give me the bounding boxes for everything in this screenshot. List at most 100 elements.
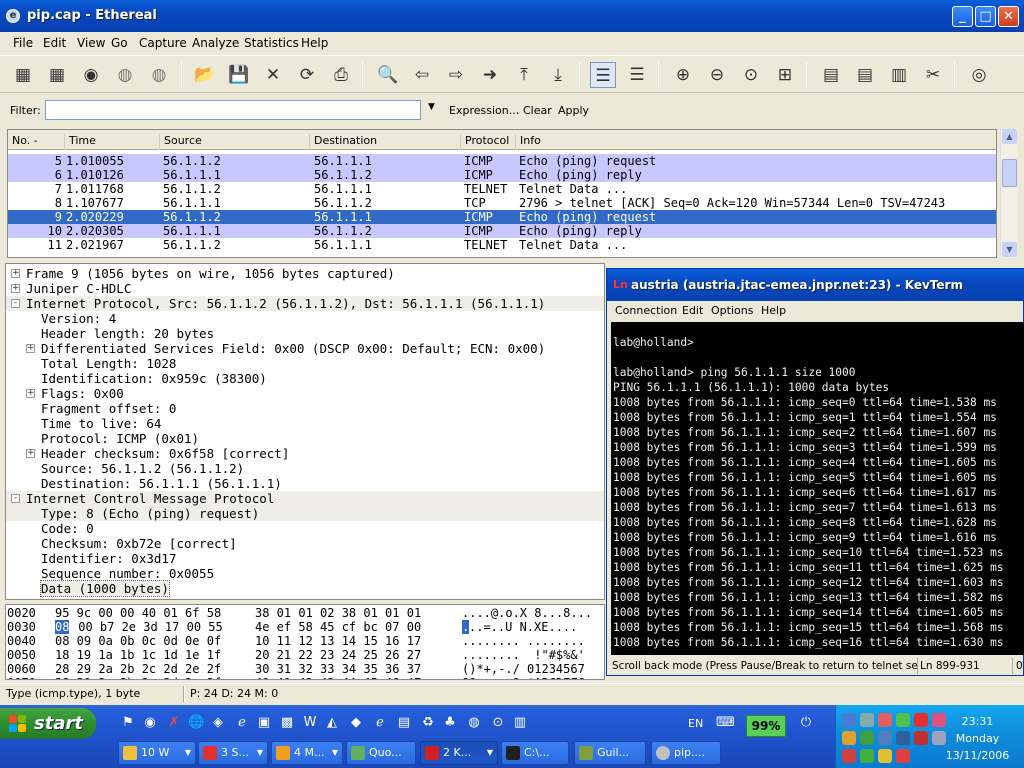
kevterm-menu-connection[interactable]: Connection [615, 304, 677, 317]
go-forward-icon[interactable]: ⇨ [443, 62, 469, 88]
quicklaunch-icon[interactable]: ◉ [142, 715, 158, 731]
clear-button[interactable]: Clear [523, 104, 552, 117]
tree-item[interactable]: Total Length: 1028 [6, 356, 604, 371]
tree-item[interactable]: - Internet Control Message Protocol [6, 491, 604, 506]
quicklaunch-globe-icon[interactable]: 🌐 [188, 715, 204, 731]
filter-dropdown-icon[interactable]: ▼ [428, 102, 435, 112]
packet-row[interactable]: 8 1.107677 56.1.1.1 56.1.1.2 TCP 2796 > telne… [8, 196, 996, 210]
tray-shield-icon[interactable] [896, 749, 910, 763]
quicklaunch-icon[interactable]: ♣ [442, 715, 458, 731]
tray-icon[interactable] [878, 731, 892, 745]
tray-icon[interactable] [914, 713, 928, 727]
hex-row[interactable]: 0030 08 00 b7 2e 3d 17 00 55 4e ef 58 45 c… [6, 620, 604, 634]
kevterm-titlebar[interactable]: Ln austria (austria.jtac-emea.jnpr.net:2… [607, 269, 1024, 301]
tree-item[interactable]: - Internet Protocol, Src: 56.1.1.2 (56.1.… [6, 296, 604, 311]
hex-row[interactable]: 0070 38 39 3a 3b 3c 3d 3e 3f 40 41 42 43 4… [6, 676, 604, 679]
menu-edit[interactable]: Edit [43, 36, 66, 50]
quicklaunch-icon[interactable]: ℯ [372, 715, 388, 731]
quicklaunch-icon[interactable]: ▥ [512, 715, 528, 731]
power-plug-icon[interactable]: ⏻ [798, 715, 814, 731]
filter-input[interactable] [45, 100, 421, 120]
tray-icon[interactable] [860, 749, 874, 763]
close-file-icon[interactable]: ✕ [260, 62, 286, 88]
tree-item[interactable]: Checksum: 0xb72e [correct] [6, 536, 604, 551]
tray-icon[interactable] [842, 731, 856, 745]
tree-item[interactable]: Protocol: ICMP (0x01) [6, 431, 604, 446]
task-button-quote[interactable]: Quo... [346, 741, 416, 765]
tray-check-icon[interactable] [896, 713, 910, 727]
quicklaunch-icon[interactable]: ▤ [396, 715, 412, 731]
task-button-kevterm[interactable]: 2 K... ▼ [420, 741, 498, 765]
column-header-info[interactable]: Info [515, 134, 541, 150]
tray-icon[interactable] [842, 749, 856, 763]
packet-list-scrollbar[interactable]: ▲ ▼ [1000, 129, 1017, 258]
hex-row[interactable]: 0020 95 9c 00 00 40 01 6f 58 38 01 01 02 3… [6, 606, 604, 620]
quicklaunch-icon[interactable]: ⚑ [120, 715, 136, 731]
tree-item[interactable]: Type: 8 (Echo (ping) request) [6, 506, 604, 521]
task-button-mail[interactable]: 4 M... ▼ [271, 741, 343, 765]
ethereal-titlebar[interactable]: e pip.cap - Ethereal _ □ ✕ [0, 0, 1024, 32]
colorize-icon[interactable]: ☰ [590, 62, 616, 88]
tree-item[interactable]: Sequence number: 0x0055 [6, 566, 604, 581]
tree-item[interactable]: Header length: 20 bytes [6, 326, 604, 341]
tree-item[interactable]: Identification: 0x959c (38300) [6, 371, 604, 386]
print-icon[interactable]: ⎙ [328, 62, 354, 88]
packet-row[interactable]: 5 1.010055 56.1.1.2 56.1.1.1 ICMP Echo (ping)… [8, 154, 996, 168]
find-packet-icon[interactable]: 🔍 [375, 62, 401, 88]
packet-row[interactable]: 11 2.021967 56.1.1.2 56.1.1.1 TELNET Telnet D… [8, 238, 996, 252]
expression-button[interactable]: Expression... [449, 104, 519, 117]
capture-restart-icon[interactable]: ◍ [146, 62, 172, 88]
quicklaunch-icon[interactable]: ⊙ [490, 715, 506, 731]
maximize-button[interactable]: □ [975, 6, 996, 27]
task-button-word[interactable]: 10 W ▼ [118, 741, 196, 765]
column-header-source[interactable]: Source [159, 134, 202, 150]
minimize-button[interactable]: _ [952, 6, 973, 27]
tree-item[interactable]: Version: 4 [6, 311, 604, 326]
tree-item[interactable]: Destination: 56.1.1.1 (56.1.1.1) [6, 476, 604, 491]
column-header-no[interactable]: No. - [8, 134, 38, 150]
language-bar-icon[interactable]: ⌨ [716, 715, 735, 731]
task-button-skype[interactable]: 3 S... ▼ [198, 741, 268, 765]
packet-row[interactable]: 6 1.010126 56.1.1.1 56.1.1.2 ICMP Echo (ping)… [8, 168, 996, 182]
task-button-cmd[interactable]: C:\... [501, 741, 569, 765]
task-button-guil[interactable]: Guil... [574, 741, 646, 765]
go-back-icon[interactable]: ⇦ [409, 62, 435, 88]
column-header-protocol[interactable]: Protocol [460, 134, 509, 150]
start-button[interactable]: start [0, 708, 96, 739]
capture-interfaces-icon[interactable]: ▦ [10, 62, 36, 88]
tray-network-icon[interactable] [842, 713, 856, 727]
quicklaunch-icon[interactable]: ◭ [324, 715, 340, 731]
kevterm-menu-edit[interactable]: Edit [682, 304, 703, 317]
tree-item[interactable]: + Flags: 0x00 [6, 386, 604, 401]
quicklaunch-icon[interactable]: ▣ [256, 715, 272, 731]
save-icon[interactable]: 💾 [226, 62, 252, 88]
battery-indicator[interactable]: 99% [746, 715, 786, 737]
coloring-rules-icon[interactable]: ▥ [886, 62, 912, 88]
collapse-icon[interactable]: - [11, 299, 20, 308]
menu-go[interactable]: Go [111, 36, 128, 50]
capture-stop-icon[interactable]: ◍ [112, 62, 138, 88]
tree-item[interactable]: Fragment offset: 0 [6, 401, 604, 416]
quicklaunch-word-icon[interactable]: W [302, 715, 318, 731]
help-icon[interactable]: ◎ [966, 62, 992, 88]
quicklaunch-icon[interactable]: ◆ [348, 715, 364, 731]
zoom-in-icon[interactable]: ⊕ [670, 62, 696, 88]
preferences-icon[interactable]: ✂ [920, 62, 946, 88]
quicklaunch-icon[interactable]: ♻ [420, 715, 436, 731]
collapse-icon[interactable]: - [11, 494, 20, 503]
go-last-icon[interactable]: ⤓ [545, 62, 571, 88]
tree-item[interactable]: Code: 0 [6, 521, 604, 536]
apply-button[interactable]: Apply [558, 104, 589, 117]
packet-row[interactable]: 9 2.020229 56.1.1.2 56.1.1.1 ICMP Echo (ping)… [8, 210, 996, 224]
terminal-screen[interactable]: lab@holland> lab@holland> ping 56.1.1.1 s… [611, 322, 1024, 655]
language-indicator[interactable]: EN [688, 717, 703, 730]
menu-capture[interactable]: Capture [139, 36, 187, 50]
expand-icon[interactable]: + [26, 389, 35, 398]
reload-icon[interactable]: ⟳ [294, 62, 320, 88]
tree-item[interactable]: Time to live: 64 [6, 416, 604, 431]
column-header-destination[interactable]: Destination [309, 134, 377, 150]
capture-options-icon[interactable]: ▦ [44, 62, 70, 88]
tree-item[interactable]: Source: 56.1.1.2 (56.1.1.2) [6, 461, 604, 476]
task-button-ethereal[interactable]: pip.... [651, 741, 721, 765]
display-filters-icon[interactable]: ▤ [852, 62, 878, 88]
